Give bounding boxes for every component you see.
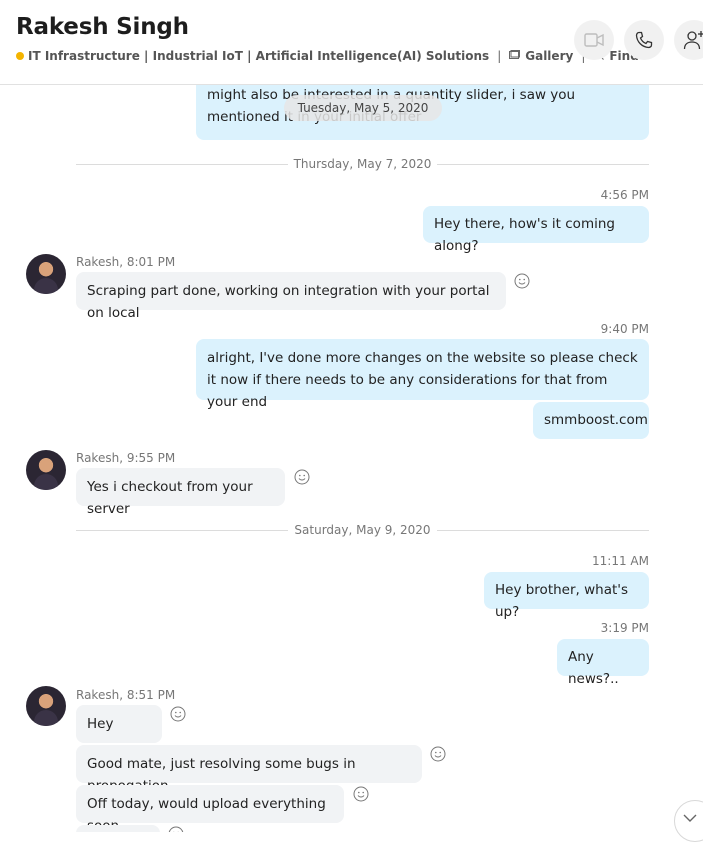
outgoing-message[interactable]: Hey brother, what's up? (484, 572, 649, 609)
outgoing-message[interactable]: Any news?.. (557, 639, 649, 676)
incoming-message[interactable]: Off today, would upload everything soon (76, 785, 344, 823)
message-text: alright, I've done more changes on the w… (207, 350, 638, 410)
incoming-message[interactable]: Yes i checkout from your server (76, 468, 285, 506)
sender-meta: Rakesh, 9:55 PM (76, 451, 175, 465)
add-person-icon (683, 30, 703, 50)
date-separator: Saturday, May 9, 2020 (76, 523, 649, 537)
message-text: Scraping part done, working on integrati… (87, 283, 489, 321)
message-text: Hey (87, 716, 113, 732)
outgoing-message[interactable]: smmboost.com (533, 402, 649, 439)
status-indicator (16, 52, 24, 60)
message-text: smmboost.com (544, 412, 648, 428)
separator: | (497, 49, 501, 63)
video-call-icon (584, 33, 604, 47)
message-list[interactable]: might also be interested in a quantity s… (0, 84, 703, 832)
audio-call-button[interactable] (624, 20, 664, 60)
chevron-down-icon (683, 814, 697, 822)
add-reaction-icon[interactable] (170, 706, 186, 722)
message-timestamp: 4:56 PM (601, 188, 649, 202)
add-reaction-icon[interactable] (168, 826, 184, 832)
contact-headline: IT Infrastructure | Industrial IoT | Art… (28, 49, 489, 63)
message-timestamp: 9:40 PM (601, 322, 649, 336)
message-text: Any news?.. (568, 649, 619, 687)
gallery-link[interactable]: Gallery (509, 49, 573, 63)
video-call-button[interactable] (574, 20, 614, 60)
date-separator-label: Thursday, May 7, 2020 (76, 157, 649, 171)
date-separator-label: Saturday, May 9, 2020 (76, 523, 649, 537)
gallery-label: Gallery (525, 49, 573, 63)
outgoing-message[interactable]: alright, I've done more changes on the w… (196, 339, 649, 400)
audio-call-icon (635, 31, 653, 49)
add-reaction-icon[interactable] (294, 469, 310, 485)
avatar[interactable] (26, 254, 66, 294)
sender-meta: Rakesh, 8:51 PM (76, 688, 175, 702)
outgoing-message[interactable]: Hey there, how's it coming along? (423, 206, 649, 243)
gallery-icon (509, 50, 520, 63)
add-reaction-icon[interactable] (353, 786, 369, 802)
message-timestamp: 11:11 AM (592, 554, 649, 568)
incoming-message[interactable]: Scraping part done, working on integrati… (76, 272, 506, 310)
incoming-message[interactable]: Hey (76, 705, 162, 743)
floating-date-label: Tuesday, May 5, 2020 (284, 95, 442, 121)
avatar[interactable] (26, 450, 66, 490)
message-text: Hey there, how's it coming along? (434, 216, 615, 254)
message-timestamp: 3:19 PM (601, 621, 649, 635)
header-subline: IT Infrastructure | Industrial IoT | Art… (16, 49, 639, 63)
incoming-message[interactable]: Good mate, just resolving some bugs in p… (76, 745, 422, 783)
add-reaction-icon[interactable] (514, 273, 530, 289)
avatar[interactable] (26, 686, 66, 726)
date-separator: Thursday, May 7, 2020 (76, 157, 649, 171)
message-text: Yes i checkout from your server (87, 479, 253, 517)
scroll-to-bottom-button[interactable] (674, 800, 703, 842)
incoming-message[interactable] (76, 825, 160, 832)
contact-name[interactable]: Rakesh Singh (16, 14, 189, 40)
message-text: Hey brother, what's up? (495, 582, 628, 620)
chat-header: Rakesh Singh IT Infrastructure | Industr… (0, 0, 703, 85)
add-people-button[interactable] (674, 20, 703, 60)
add-reaction-icon[interactable] (430, 746, 446, 762)
sender-meta: Rakesh, 8:01 PM (76, 255, 175, 269)
